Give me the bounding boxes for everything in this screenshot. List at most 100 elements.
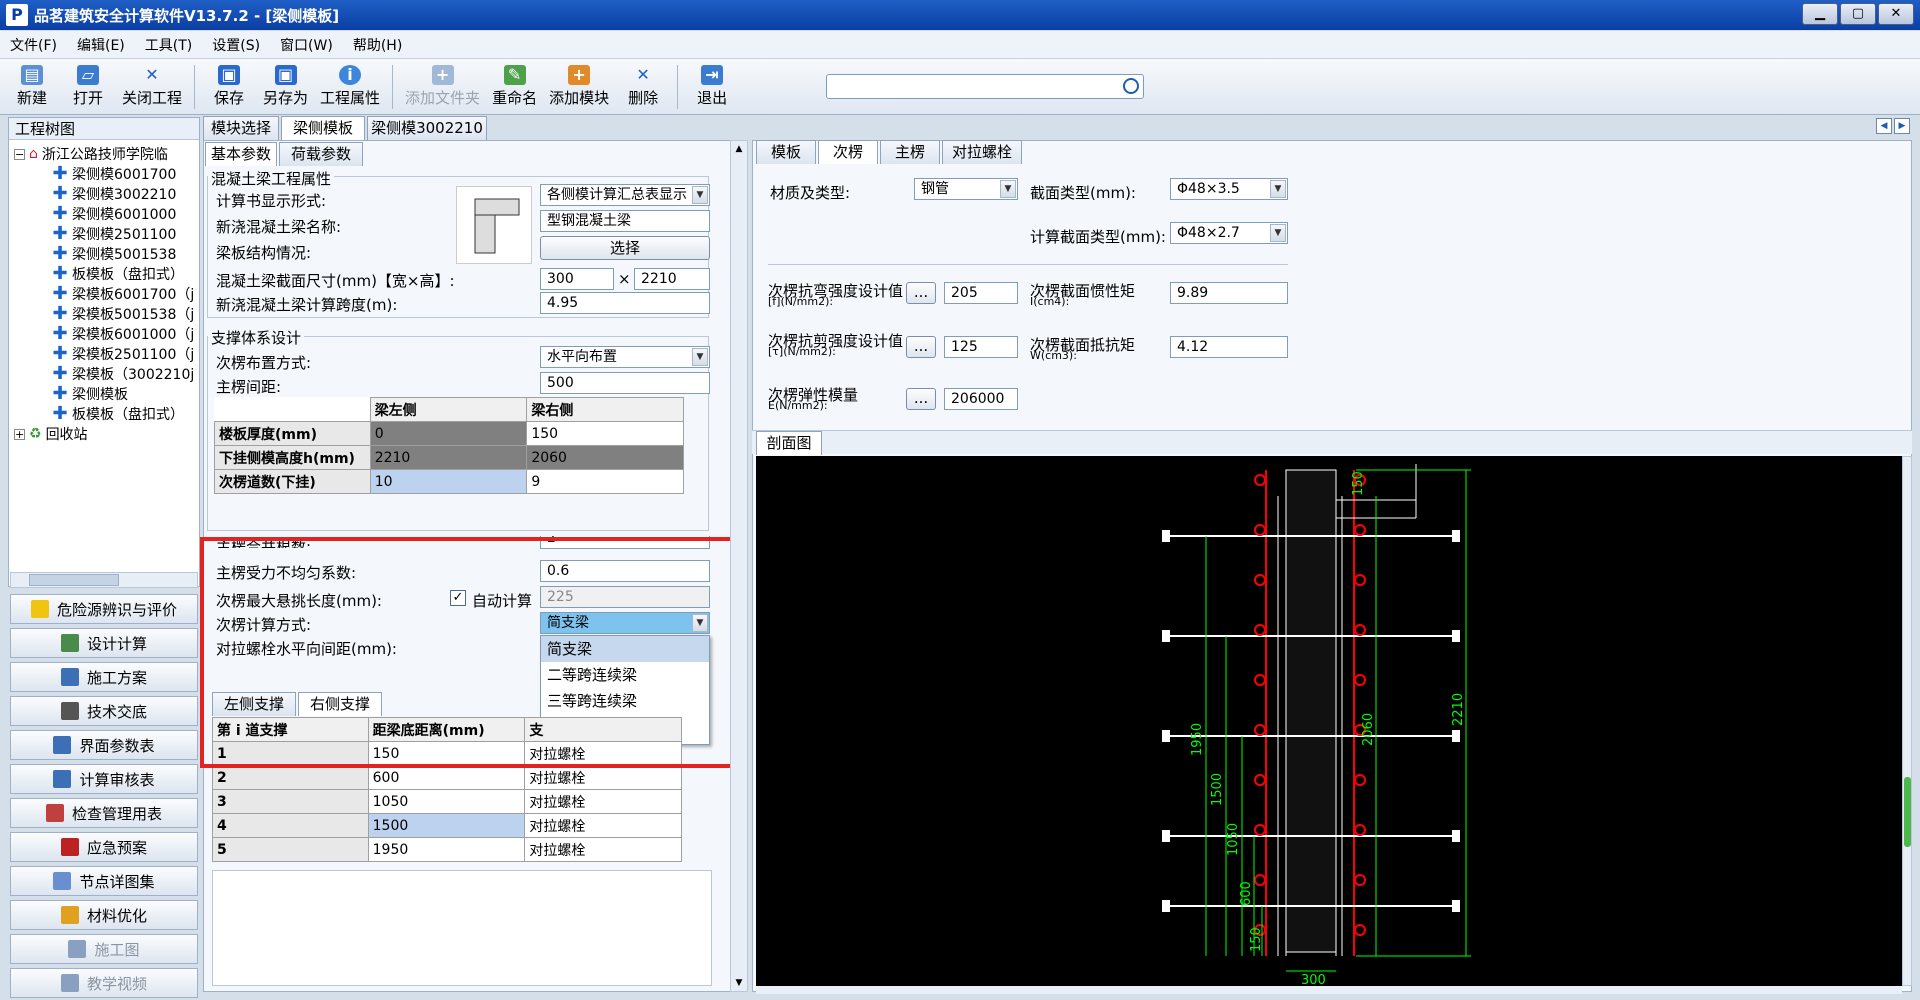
tab-tie-bolt[interactable]: 对拉螺栓 [942, 140, 1022, 164]
search-icon[interactable] [1123, 78, 1139, 94]
inertia-input[interactable]: 9.89 [1170, 282, 1288, 304]
support-type[interactable]: 对拉螺栓 [524, 789, 682, 814]
calc-section-dropdown[interactable]: Φ48×2.7 ▼ [1170, 222, 1288, 244]
maximize-button[interactable]: ▢ [1840, 3, 1876, 25]
bending-browse-button[interactable]: ... [906, 282, 936, 304]
nav-button[interactable]: 教学视频 [10, 968, 198, 998]
tree-item[interactable]: ✚ 板模板（盘扣式） [52, 404, 184, 424]
chevron-down-icon[interactable]: ▼ [692, 186, 708, 204]
nav-button[interactable]: 技术交底 [10, 696, 198, 726]
tree-item[interactable]: ✚ 梁侧模3002210 [52, 184, 176, 204]
nav-button[interactable]: 应急预案 [10, 832, 198, 862]
tab-beam-side-3002210[interactable]: 梁侧模3002210 [367, 116, 487, 140]
properties-button[interactable]: i 工程属性 [320, 61, 380, 113]
cell-count-left[interactable]: 10 [369, 469, 528, 494]
menu-file[interactable]: 文件(F) [10, 35, 57, 55]
nav-button[interactable]: 界面参数表 [10, 730, 198, 760]
nav-button[interactable]: 节点详图集 [10, 866, 198, 896]
delete-button[interactable]: ✕ 删除 [621, 61, 665, 113]
layout-dropdown[interactable]: 水平向布置 ▼ [540, 346, 710, 368]
save-as-button[interactable]: ▣ 另存为 [263, 61, 308, 113]
bending-input[interactable]: 205 [944, 282, 1018, 304]
shear-input[interactable]: 125 [944, 336, 1018, 358]
chevron-down-icon[interactable]: ▼ [1000, 180, 1016, 198]
chevron-down-icon[interactable]: ▼ [692, 348, 708, 366]
new-button[interactable]: ▤ 新建 [10, 61, 54, 113]
expand-icon[interactable]: + [14, 428, 25, 440]
cell-height-right[interactable]: 2060 [526, 445, 684, 470]
cell-height-left[interactable]: 2210 [369, 445, 528, 470]
tree-item[interactable]: ✚ 梁模板（3002210j [52, 364, 194, 384]
search-input[interactable] [826, 74, 1144, 99]
menu-settings[interactable]: 设置(S) [212, 35, 260, 55]
middle-vscrollbar[interactable]: ▲ ▼ [730, 140, 748, 992]
tree-root[interactable]: − ⌂ 浙江公路技师学院临 [14, 144, 168, 164]
add-folder-button[interactable]: + 添加文件夹 [405, 61, 480, 113]
nav-button[interactable]: 检查管理用表 [10, 798, 198, 828]
nav-button[interactable]: 施工方案 [10, 662, 198, 692]
scroll-thumb[interactable] [29, 574, 119, 586]
nav-button[interactable]: 施工图 [10, 934, 198, 964]
tab-secondary-beam[interactable]: 次楞 [818, 140, 878, 164]
tree-item[interactable]: ✚ 梁模板6001000（j [52, 324, 194, 344]
right-vscrollbar[interactable] [1902, 456, 1912, 986]
save-button[interactable]: ▣ 保存 [207, 61, 251, 113]
main-spacing-input[interactable]: 500 [540, 372, 710, 394]
tree-item[interactable]: ✚ 梁侧模板 [52, 384, 128, 404]
scroll-thumb[interactable] [1904, 777, 1911, 847]
section-type-dropdown[interactable]: Φ48×3.5 ▼ [1170, 178, 1288, 200]
open-button[interactable]: ▱ 打开 [66, 61, 110, 113]
menu-window[interactable]: 窗口(W) [280, 35, 333, 55]
support-distance[interactable]: 1500 [367, 813, 526, 838]
modulus-input[interactable]: 206000 [944, 388, 1018, 410]
cell-count-right[interactable]: 9 [526, 469, 684, 494]
tab-section-view[interactable]: 剖面图 [756, 431, 822, 455]
tree-item[interactable]: ✚ 梁侧模6001000 [52, 204, 176, 224]
tree-item[interactable]: ✚ 梁模板2501100（j [52, 344, 194, 364]
add-module-button[interactable]: + 添加模块 [549, 61, 609, 113]
nav-button[interactable]: 计算审核表 [10, 764, 198, 794]
tree-item[interactable]: ✚ 梁模板5001538（j [52, 304, 194, 324]
chevron-down-icon[interactable]: ▼ [1270, 224, 1286, 242]
support-type[interactable]: 对拉螺栓 [524, 765, 682, 790]
tab-load-params[interactable]: 荷载参数 [279, 142, 363, 166]
menu-help[interactable]: 帮助(H) [353, 35, 402, 55]
section-drawing[interactable]: 150 1950 1500 1050 600 150 2060 2210 300 [756, 456, 1902, 986]
display-dropdown[interactable]: 各侧模计算汇总表显示 ▼ [540, 184, 710, 206]
tree-item[interactable]: ✚ 梁侧模5001538 [52, 244, 176, 264]
cell-slab-right[interactable]: 150 [526, 421, 684, 446]
exit-button[interactable]: ⇥ 退出 [690, 61, 734, 113]
span-input[interactable]: 4.95 [540, 292, 710, 314]
nav-button[interactable]: 设计计算 [10, 628, 198, 658]
minimize-button[interactable]: ▁ [1802, 3, 1838, 25]
chevron-right-icon[interactable]: ▶ [1894, 118, 1910, 134]
support-distance[interactable]: 600 [367, 765, 526, 790]
chevron-down-icon[interactable]: ▼ [1270, 180, 1286, 198]
tree-item[interactable]: ✚ 板模板（盘扣式） [52, 264, 184, 284]
close-button[interactable]: ✕ [1878, 3, 1914, 25]
material-dropdown[interactable]: 钢管 ▼ [914, 178, 1018, 200]
beam-width-input[interactable]: 300 [540, 268, 614, 290]
support-distance[interactable]: 1050 [367, 789, 526, 814]
modulus-browse-button[interactable]: ... [906, 388, 936, 410]
menu-tools[interactable]: 工具(T) [145, 35, 192, 55]
tree-recycle[interactable]: + ♻ 回收站 [14, 424, 88, 444]
menu-edit[interactable]: 编辑(E) [77, 35, 125, 55]
tab-main-beam[interactable]: 主楞 [880, 140, 940, 164]
beam-height-input[interactable]: 2210 [634, 268, 710, 290]
cell-slab-left[interactable]: 0 [369, 421, 528, 446]
close-project-button[interactable]: ✕ 关闭工程 [122, 61, 182, 113]
tab-template[interactable]: 模板 [756, 140, 816, 164]
tab-basic-params[interactable]: 基本参数 [205, 142, 277, 166]
tree-hscrollbar[interactable] [10, 572, 198, 588]
tree-item[interactable]: ✚ 梁模板6001700（j [52, 284, 194, 304]
nav-button[interactable]: 材料优化 [10, 900, 198, 930]
support-type[interactable]: 对拉螺栓 [524, 837, 682, 862]
tree-item[interactable]: ✚ 梁侧模2501100 [52, 224, 176, 244]
scroll-down-arrow-icon[interactable]: ▼ [731, 975, 747, 991]
tab-beam-side-template[interactable]: 梁侧模板 [281, 116, 365, 140]
select-button[interactable]: 选择 [540, 236, 710, 260]
beam-name-input[interactable]: 型钢混凝土梁 [540, 210, 710, 232]
chevron-left-icon[interactable]: ◀ [1876, 118, 1892, 134]
collapse-icon[interactable]: − [14, 148, 25, 160]
